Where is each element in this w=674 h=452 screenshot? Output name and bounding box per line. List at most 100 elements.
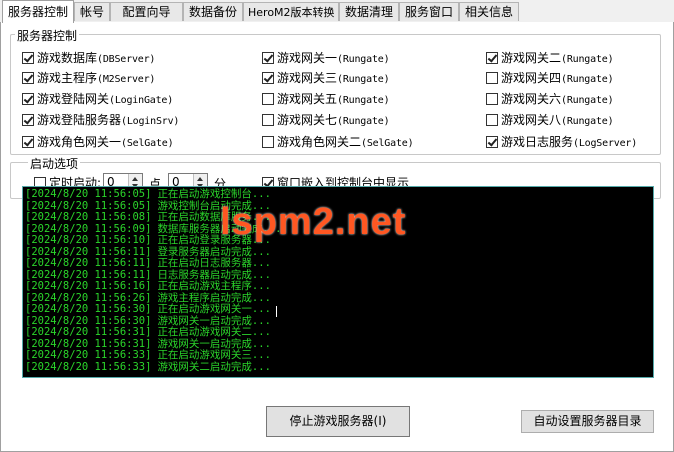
checked-box-icon[interactable] bbox=[262, 71, 274, 84]
tab-config-wizard[interactable]: 配置向导 bbox=[110, 2, 183, 21]
log-timestamp: [2024/8/20 11:56:31] bbox=[25, 337, 152, 350]
log-timestamp: [2024/8/20 11:56:11] bbox=[25, 257, 152, 269]
server-name: 游戏日志服务 bbox=[501, 135, 574, 149]
log-timestamp: [2024/8/20 11:56:26] bbox=[25, 291, 152, 304]
log-message: 日志服务器启动完成... bbox=[157, 268, 271, 281]
server-checkbox-label: 游戏日志服务(LogServer) bbox=[501, 133, 637, 150]
server-name: 游戏登陆网关 bbox=[37, 92, 110, 106]
unchecked-box-icon[interactable] bbox=[486, 113, 498, 126]
server-name: 游戏主程序 bbox=[37, 71, 98, 85]
server-checkbox-label: 游戏网关三(Rungate) bbox=[277, 69, 390, 86]
log-message: 游戏网关二启动完成... bbox=[157, 360, 271, 373]
server-name: 游戏网关一 bbox=[277, 51, 338, 65]
checked-box-icon[interactable] bbox=[22, 71, 34, 84]
checked-box-icon[interactable] bbox=[22, 113, 34, 126]
startup-options-legend: 启动选项 bbox=[28, 155, 81, 172]
watermark-text: lspm2.net bbox=[220, 201, 407, 243]
log-message: 正在启动日志服务器... bbox=[157, 257, 271, 269]
unchecked-box-icon[interactable] bbox=[486, 71, 498, 84]
server-checkbox-label: 游戏网关四(Rungate) bbox=[501, 69, 614, 86]
server-checkbox[interactable]: 游戏网关三(Rungate) bbox=[262, 69, 390, 86]
server-name: 游戏网关六 bbox=[501, 92, 562, 106]
log-message: 登录服务器启动完成... bbox=[157, 245, 271, 258]
checked-box-icon[interactable] bbox=[486, 135, 498, 148]
checked-box-icon[interactable] bbox=[22, 92, 34, 105]
checked-box-icon[interactable] bbox=[22, 135, 34, 148]
server-checkbox[interactable]: 游戏角色网关二(SelGate) bbox=[262, 133, 414, 150]
server-name: 游戏角色网关一 bbox=[37, 135, 122, 149]
server-name: 游戏网关三 bbox=[277, 71, 338, 85]
server-checkbox[interactable]: 游戏日志服务(LogServer) bbox=[486, 133, 637, 150]
log-message: 正在启动游戏主程序... bbox=[157, 280, 271, 292]
server-checkbox[interactable]: 游戏网关七(Rungate) bbox=[262, 111, 390, 128]
tab-data-cleanup[interactable]: 数据清理 bbox=[339, 2, 399, 21]
unchecked-box-icon[interactable] bbox=[262, 135, 274, 148]
log-timestamp: [2024/8/20 11:56:08] bbox=[25, 211, 152, 223]
server-name: 游戏登陆服务器 bbox=[37, 113, 122, 127]
server-checkbox-label: 游戏网关八(Rungate) bbox=[501, 111, 614, 128]
server-checkbox[interactable]: 游戏网关四(Rungate) bbox=[486, 69, 614, 86]
server-checkbox-label: 游戏主程序(M2Server) bbox=[37, 69, 155, 86]
server-checkbox-label: 游戏角色网关二(SelGate) bbox=[277, 133, 414, 150]
server-code: (Rungate) bbox=[561, 54, 614, 65]
tab-service-window[interactable]: 服务窗口 bbox=[399, 2, 459, 21]
checked-box-icon[interactable] bbox=[22, 51, 34, 64]
log-timestamp: [2024/8/20 11:56:09] bbox=[25, 222, 152, 235]
log-timestamp: [2024/8/20 11:56:16] bbox=[25, 280, 152, 292]
tab-bar: 服务器控制 帐号 配置向导 数据备份 HeroM2版本转换 数据清理 服务窗口 … bbox=[0, 0, 674, 23]
server-code: (SelGate) bbox=[361, 138, 414, 149]
log-message: 游戏主程序启动完成... bbox=[157, 291, 271, 304]
spin-up-icon[interactable] bbox=[197, 177, 203, 181]
tab-herom2-convert[interactable]: HeroM2版本转换 bbox=[243, 2, 339, 21]
server-checkbox[interactable]: 游戏网关五(Rungate) bbox=[262, 90, 390, 107]
server-checkbox[interactable]: 游戏网关二(Rungate) bbox=[486, 49, 614, 66]
server-checkbox[interactable]: 游戏登陆网关(LoginGate) bbox=[22, 90, 173, 107]
server-checkbox-label: 游戏登陆网关(LoginGate) bbox=[37, 90, 173, 107]
server-code: (Rungate) bbox=[337, 116, 390, 127]
server-checkbox[interactable]: 游戏网关六(Rungate) bbox=[486, 90, 614, 107]
server-code: (M2Server) bbox=[97, 74, 156, 85]
server-code: (Rungate) bbox=[561, 116, 614, 127]
server-code: (SelGate) bbox=[121, 138, 174, 149]
server-code: (Rungate) bbox=[337, 74, 390, 85]
tab-data-backup[interactable]: 数据备份 bbox=[183, 2, 243, 21]
server-checkbox[interactable]: 游戏网关八(Rungate) bbox=[486, 111, 614, 128]
tab-server-control[interactable]: 服务器控制 bbox=[2, 0, 74, 23]
log-message: 游戏网关一启动完成... bbox=[157, 314, 271, 327]
server-checkbox[interactable]: 游戏网关一(Rungate) bbox=[262, 49, 390, 66]
stop-game-server-button[interactable]: 停止游戏服务器(I) bbox=[266, 406, 410, 437]
log-message: 正在启动游戏网关二... bbox=[157, 326, 271, 338]
server-code: (Rungate) bbox=[337, 54, 390, 65]
log-timestamp: [2024/8/20 11:56:30] bbox=[25, 314, 152, 327]
log-timestamp: [2024/8/20 11:56:11] bbox=[25, 268, 152, 281]
server-checkbox-label: 游戏网关一(Rungate) bbox=[277, 49, 390, 66]
server-name: 游戏网关二 bbox=[501, 51, 562, 65]
auto-set-server-dir-button[interactable]: 自动设置服务器目录 bbox=[521, 410, 654, 433]
tab-account[interactable]: 帐号 bbox=[74, 2, 110, 21]
server-checkbox[interactable]: 游戏角色网关一(SelGate) bbox=[22, 133, 174, 150]
server-code: (Rungate) bbox=[561, 95, 614, 106]
unchecked-box-icon[interactable] bbox=[262, 92, 274, 105]
server-control-legend: 服务器控制 bbox=[15, 27, 80, 44]
tab-related-info[interactable]: 相关信息 bbox=[459, 2, 519, 21]
log-timestamp: [2024/8/20 11:56:10] bbox=[25, 234, 152, 246]
unchecked-box-icon[interactable] bbox=[486, 92, 498, 105]
text-cursor bbox=[276, 306, 277, 317]
checked-box-icon[interactable] bbox=[262, 51, 274, 64]
server-checkbox[interactable]: 游戏主程序(M2Server) bbox=[22, 69, 155, 86]
log-timestamp: [2024/8/20 11:56:05] bbox=[25, 199, 152, 212]
log-timestamp: [2024/8/20 11:56:33] bbox=[25, 360, 152, 373]
log-timestamp: [2024/8/20 11:56:05] bbox=[25, 188, 152, 200]
server-name: 游戏网关四 bbox=[501, 71, 562, 85]
log-timestamp: [2024/8/20 11:56:33] bbox=[25, 349, 152, 361]
unchecked-box-icon[interactable] bbox=[262, 113, 274, 126]
server-checkbox[interactable]: 游戏登陆服务器(LoginSrv) bbox=[22, 111, 179, 128]
server-code: (LogServer) bbox=[573, 138, 638, 149]
spin-up-icon[interactable] bbox=[132, 177, 138, 181]
log-message: 正在启动游戏网关三... bbox=[157, 349, 271, 361]
server-checkbox-label: 游戏角色网关一(SelGate) bbox=[37, 133, 174, 150]
checked-box-icon[interactable] bbox=[486, 51, 498, 64]
server-code: (Rungate) bbox=[561, 74, 614, 85]
server-checkbox[interactable]: 游戏数据库(DBServer) bbox=[22, 49, 155, 66]
server-checkbox-label: 游戏登陆服务器(LoginSrv) bbox=[37, 111, 179, 128]
